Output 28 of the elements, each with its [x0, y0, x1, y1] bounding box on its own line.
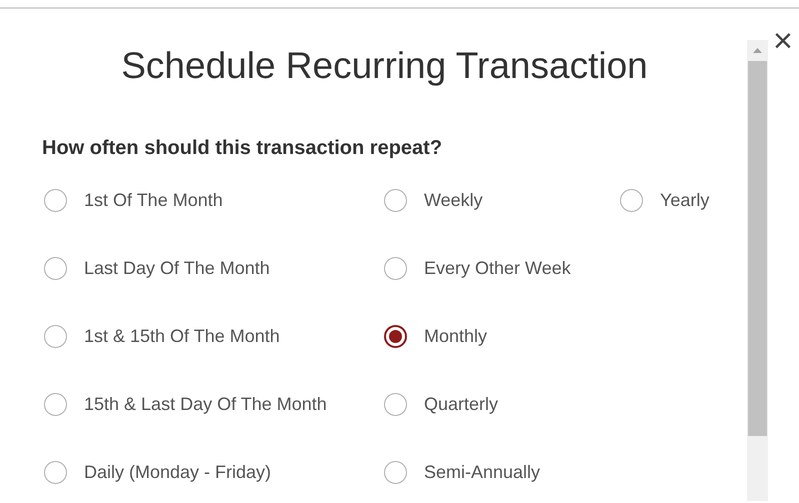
scrollbar-thumb[interactable] — [748, 61, 767, 436]
option-label[interactable]: 1st Of The Month — [84, 186, 223, 214]
radio-button[interactable] — [44, 460, 67, 484]
question-text: How often should this transaction repeat? — [42, 136, 444, 160]
option-label[interactable]: 15th & Last Day Of The Month — [84, 390, 327, 418]
close-button[interactable]: × — [773, 23, 793, 59]
radio-button[interactable] — [384, 256, 407, 280]
radio-button[interactable] — [384, 324, 407, 348]
radio-button[interactable] — [384, 188, 407, 212]
radio-button[interactable] — [44, 392, 67, 416]
option-label[interactable]: 1st & 15th Of The Month — [84, 322, 280, 350]
radio-button[interactable] — [620, 188, 643, 212]
option-label[interactable]: Last Day Of The Month — [84, 254, 270, 282]
option-label[interactable]: Every Other Week — [424, 254, 571, 282]
radio-button[interactable] — [44, 256, 67, 280]
radio-button[interactable] — [384, 460, 407, 484]
option-label[interactable]: Weekly — [424, 186, 483, 214]
option-label[interactable]: Semi-Annually — [424, 458, 540, 486]
option-label[interactable]: Monthly — [424, 322, 488, 350]
scrollbar-track[interactable] — [747, 40, 768, 501]
dialog-title: Schedule Recurring Transaction — [120, 44, 649, 88]
scroll-up-icon[interactable] — [753, 48, 762, 53]
option-label[interactable]: Yearly — [660, 186, 710, 214]
radio-button[interactable] — [44, 188, 67, 212]
radio-button[interactable] — [384, 392, 407, 416]
option-label[interactable]: Quarterly — [424, 390, 498, 418]
radio-button[interactable] — [44, 324, 67, 348]
option-label[interactable]: Daily (Monday - Friday) — [84, 458, 272, 486]
